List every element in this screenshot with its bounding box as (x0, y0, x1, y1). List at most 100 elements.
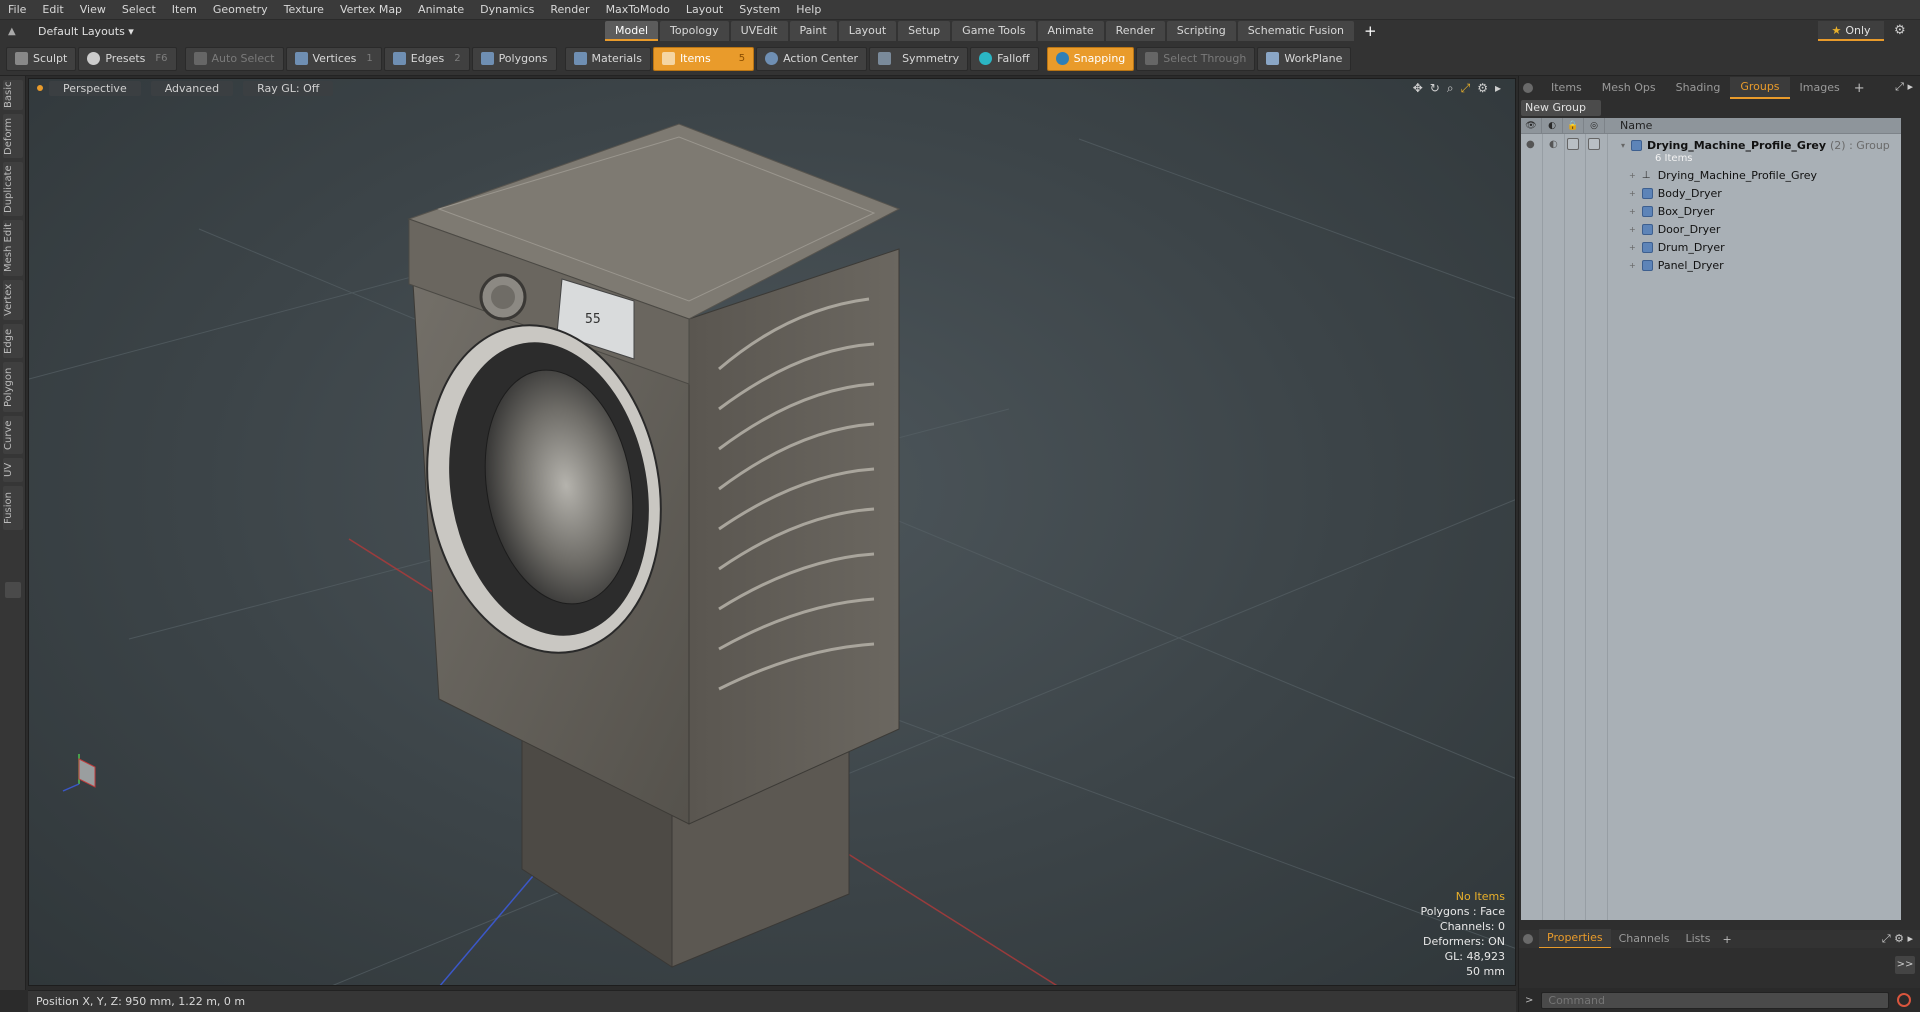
layout-tab-game-tools[interactable]: Game Tools (952, 21, 1036, 41)
menu-dynamics[interactable]: Dynamics (472, 0, 542, 20)
presets-button[interactable]: Presets F6 (78, 46, 177, 71)
visibility-column-icon[interactable]: 👁 (1521, 117, 1542, 134)
new-group-button[interactable]: New Group (1521, 100, 1601, 116)
expand-plus-icon[interactable]: + (1629, 261, 1636, 270)
raygl-button[interactable]: Ray GL: Off (243, 80, 334, 96)
auto-select-button[interactable]: Auto Select (184, 46, 284, 71)
menu-render[interactable]: Render (542, 0, 597, 20)
3d-viewport[interactable]: 55 Perspective Advanced Ray GL: Off ✥ ↻ … (28, 78, 1516, 986)
visibility-eye-icon[interactable]: ● (1526, 139, 1535, 150)
sculpt-button[interactable]: Sculpt (6, 46, 77, 71)
render-column-icon[interactable]: ◐ (1542, 117, 1563, 134)
view-mode-button[interactable]: Advanced (150, 80, 234, 96)
layout-tab-scripting[interactable]: Scripting (1166, 21, 1236, 41)
layout-tab-schematic-fusion[interactable]: Schematic Fusion (1237, 21, 1355, 41)
layout-tab-layout[interactable]: Layout (838, 21, 897, 41)
tab-shading[interactable]: Shading (1666, 78, 1731, 98)
menu-system[interactable]: System (731, 0, 788, 20)
polygons-button[interactable]: Polygons (471, 46, 557, 71)
menu-geometry[interactable]: Geometry (205, 0, 276, 20)
symmetry-button[interactable]: Symmetry (869, 46, 969, 71)
group-child-row[interactable]: + Body_Dryer (1521, 184, 1901, 202)
left-tab-polygon[interactable]: Polygon (3, 362, 23, 412)
collapse-triangle-icon[interactable]: ▾ (1621, 141, 1625, 150)
viewport-arrow-icon[interactable]: ▸ (1495, 81, 1501, 96)
rotate-icon[interactable]: ↻ (1430, 81, 1440, 96)
expand-plus-icon[interactable]: + (1629, 189, 1636, 198)
zoom-icon[interactable]: ⌕ (1447, 81, 1454, 96)
name-column-header[interactable]: Name (1620, 119, 1652, 132)
menu-file[interactable]: File (0, 0, 34, 20)
select-checkbox[interactable] (1588, 138, 1600, 150)
left-tab-fusion[interactable]: Fusion (3, 486, 23, 530)
menu-select[interactable]: Select (114, 0, 164, 20)
viewport-gear-icon[interactable]: ⚙ (1477, 81, 1488, 96)
left-tab-edge[interactable]: Edge (3, 324, 23, 358)
layout-tab-uvedit[interactable]: UVEdit (730, 21, 788, 41)
select-column-icon[interactable]: ◎ (1584, 117, 1605, 134)
group-child-row[interactable]: + Panel_Dryer (1521, 256, 1901, 274)
tab-groups[interactable]: Groups (1730, 77, 1790, 99)
menu-maxtomodo[interactable]: MaxToModo (598, 0, 678, 20)
menu-view[interactable]: View (72, 0, 114, 20)
menu-item[interactable]: Item (164, 0, 205, 20)
menu-edit[interactable]: Edit (34, 0, 71, 20)
panel-lock-icon[interactable] (1523, 83, 1533, 93)
workplane-button[interactable]: WorkPlane (1257, 46, 1352, 71)
expand-plus-icon[interactable]: + (1629, 243, 1636, 252)
group-row[interactable]: ● ◐ ▾ Drying_Machine_Profile_Grey (2) : … (1521, 136, 1901, 154)
tab-lists[interactable]: Lists (1678, 930, 1719, 948)
properties-expand-gear-icon[interactable]: ⤢ ⚙ ▸ (1882, 932, 1913, 946)
layout-tab-render[interactable]: Render (1105, 21, 1165, 41)
materials-button[interactable]: Materials (564, 46, 651, 71)
left-tab-mesh-edit[interactable]: Mesh Edit (3, 220, 23, 276)
tab-channels[interactable]: Channels (1611, 930, 1678, 948)
group-child-row[interactable]: + Box_Dryer (1521, 202, 1901, 220)
lock-column-icon[interactable]: 🔒 (1563, 117, 1584, 134)
tab-items[interactable]: Items (1541, 78, 1592, 98)
left-tab-curve[interactable]: Curve (3, 416, 23, 454)
render-toggle-icon[interactable]: ◐ (1549, 139, 1558, 150)
group-child-row[interactable]: + ⊥ Drying_Machine_Profile_Grey (1521, 166, 1901, 184)
left-tab-duplicate[interactable]: Duplicate (3, 162, 23, 216)
group-child-row[interactable]: + Drum_Dryer (1521, 238, 1901, 256)
expand-plus-icon[interactable]: + (1629, 171, 1636, 180)
layout-tab-animate[interactable]: Animate (1037, 21, 1104, 41)
items-button[interactable]: Items 5 (652, 46, 755, 71)
left-tab-vertex[interactable]: Vertex (3, 280, 23, 320)
viewport-menu-dot-icon[interactable] (37, 85, 43, 91)
menu-help[interactable]: Help (788, 0, 829, 20)
select-through-button[interactable]: Select Through (1136, 46, 1256, 71)
add-properties-tab-icon[interactable]: + (1718, 933, 1735, 946)
maximize-icon[interactable]: ⤢ (1461, 81, 1471, 96)
expand-plus-icon[interactable]: + (1629, 207, 1636, 216)
default-layouts-dropdown[interactable]: Default Layouts ▾ (38, 25, 134, 38)
add-tab-icon[interactable]: + (1850, 81, 1869, 96)
pan-icon[interactable]: ✥ (1413, 81, 1423, 96)
dryer-model[interactable]: 55 (402, 123, 901, 968)
action-center-button[interactable]: Action Center (756, 46, 868, 71)
lock-checkbox[interactable] (1567, 138, 1579, 150)
only-button[interactable]: ★ Only (1818, 21, 1884, 41)
tab-properties[interactable]: Properties (1539, 929, 1611, 949)
add-layout-tab-icon[interactable]: + (1356, 21, 1385, 41)
falloff-button[interactable]: Falloff (970, 46, 1039, 71)
vertices-button[interactable]: Vertices 1 (285, 46, 382, 71)
menu-layout[interactable]: Layout (678, 0, 731, 20)
properties-lock-icon[interactable] (1523, 934, 1533, 944)
command-input[interactable] (1541, 991, 1890, 1009)
view-perspective-button[interactable]: Perspective (49, 80, 141, 96)
collapse-arrow-icon[interactable]: ▲ (8, 26, 22, 37)
left-tab-uv[interactable]: UV (3, 458, 23, 482)
record-icon[interactable] (1897, 993, 1912, 1007)
snapping-button[interactable]: Snapping (1046, 46, 1135, 71)
group-child-row[interactable]: + Door_Dryer (1521, 220, 1901, 238)
left-tab-extra[interactable] (5, 582, 21, 598)
menu-texture[interactable]: Texture (276, 0, 332, 20)
settings-gear-icon[interactable]: ⚙ (1894, 21, 1906, 41)
expand-panel-icon[interactable]: ⤢ ▸ (1895, 80, 1913, 94)
layout-tab-topology[interactable]: Topology (660, 21, 729, 41)
edges-button[interactable]: Edges 2 (383, 46, 470, 71)
tab-mesh-ops[interactable]: Mesh Ops (1592, 78, 1666, 98)
expand-plus-icon[interactable]: + (1629, 225, 1636, 234)
